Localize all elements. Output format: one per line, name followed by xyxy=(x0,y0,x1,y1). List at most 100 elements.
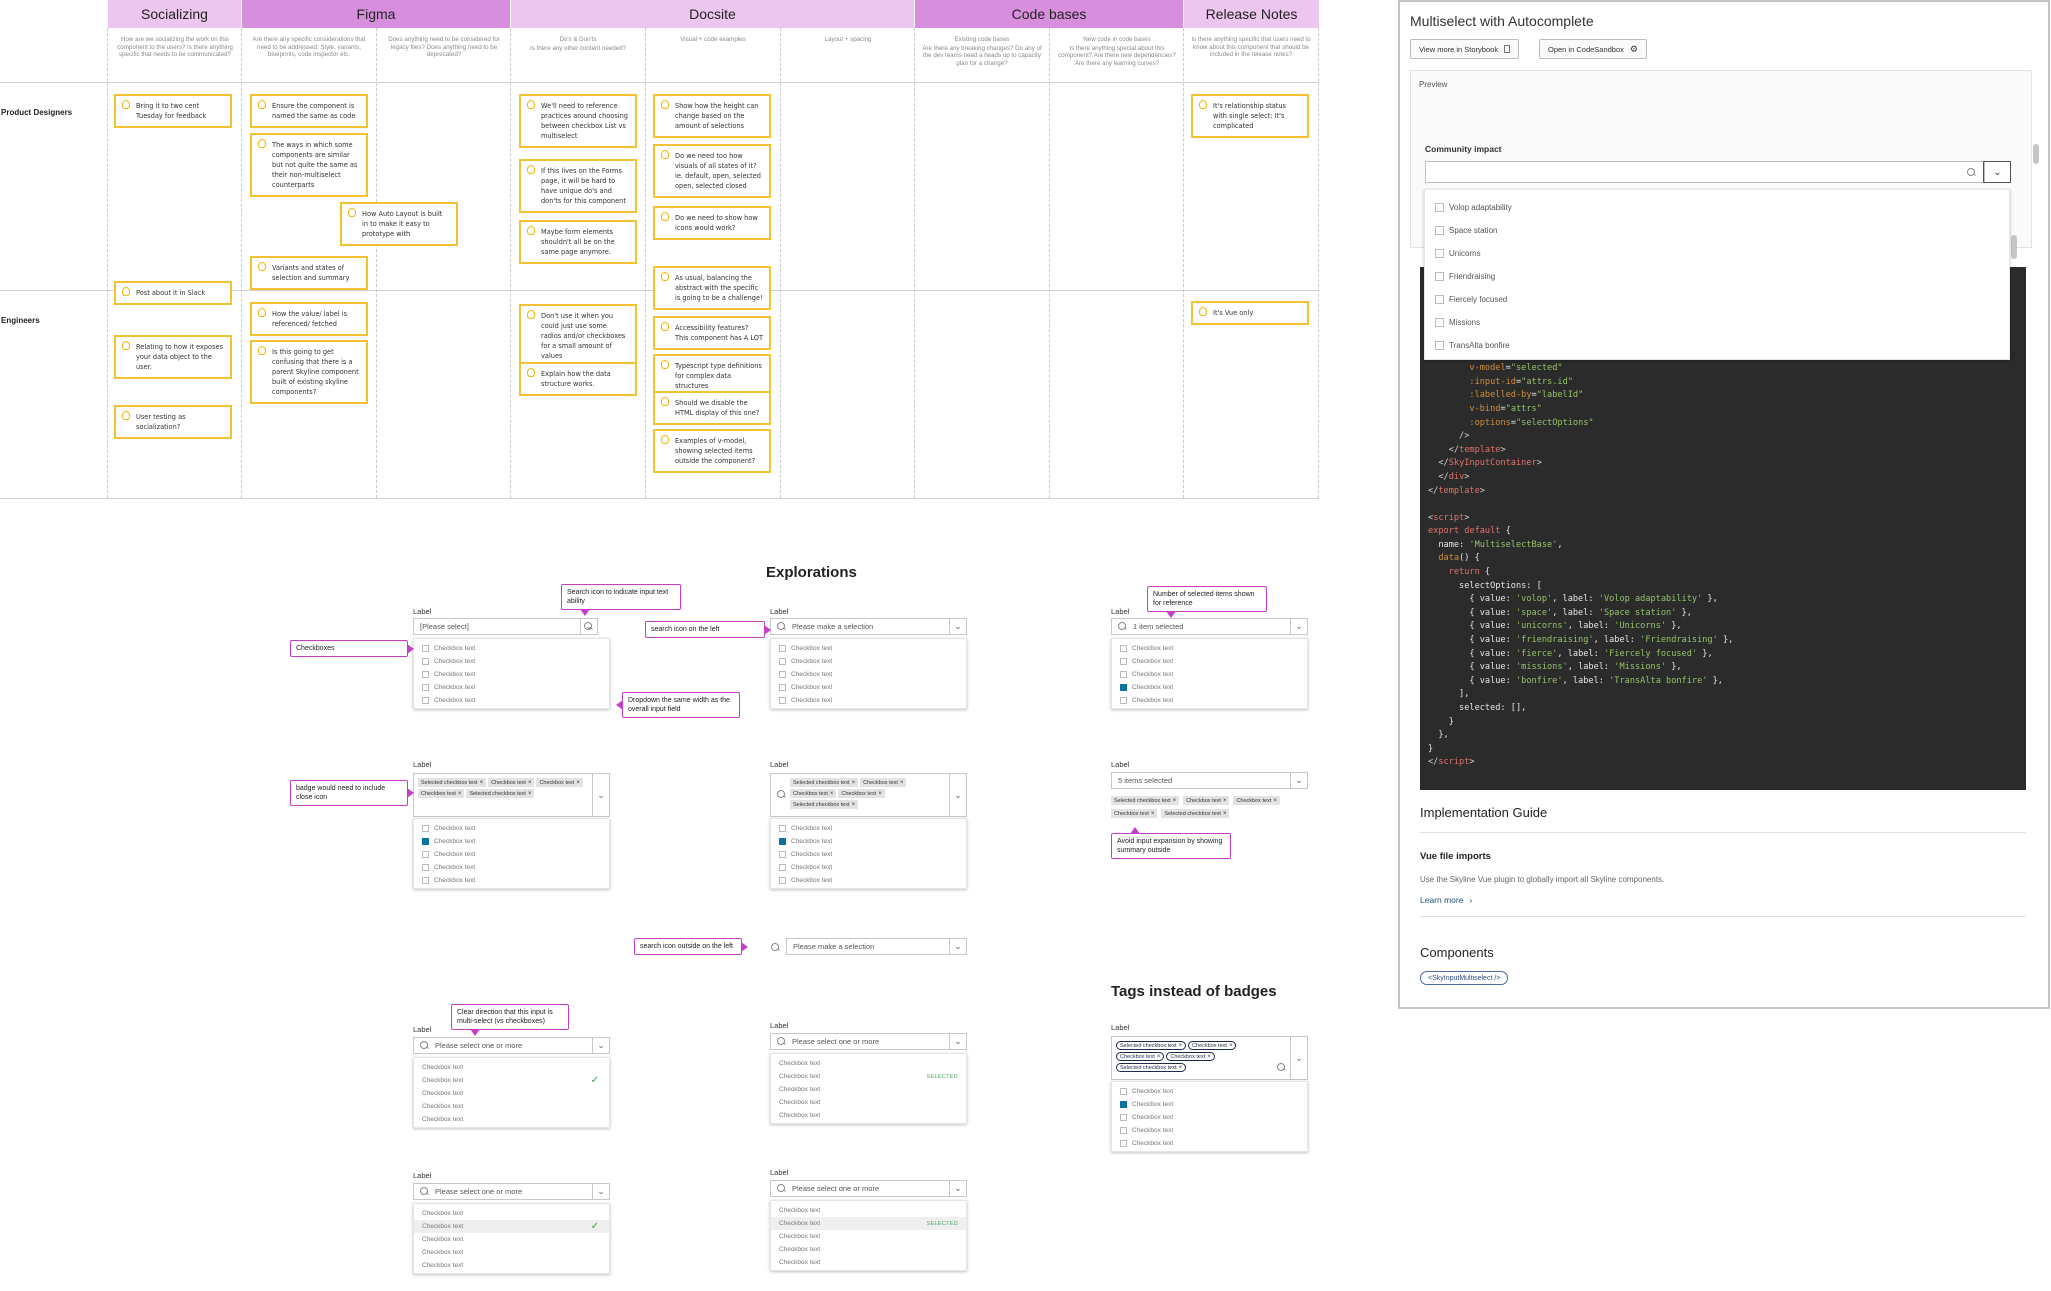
dropdown-option[interactable]: Checkbox text xyxy=(414,1259,609,1272)
checkbox[interactable] xyxy=(1120,1088,1127,1095)
dropdown-option[interactable]: Missions xyxy=(1425,311,2009,334)
tag[interactable]: Checkbox text × xyxy=(1188,1041,1237,1050)
dropdown-option[interactable]: Checkbox text xyxy=(771,655,966,668)
checkbox[interactable] xyxy=(779,864,786,871)
dropdown-option[interactable]: Checkbox text xyxy=(771,848,966,861)
checkbox[interactable] xyxy=(779,877,786,884)
close-icon[interactable]: × xyxy=(1179,1065,1183,1071)
badge[interactable]: Checkbox text × xyxy=(1111,809,1158,818)
dropdown-option[interactable]: Checkbox text xyxy=(1112,681,1307,694)
codesandbox-button[interactable]: Open in CodeSandbox ⚙ xyxy=(1539,39,1647,59)
close-icon[interactable]: × xyxy=(1273,798,1277,804)
tag[interactable]: Selected checkbox text × xyxy=(1116,1041,1187,1050)
checkbox[interactable] xyxy=(422,671,429,678)
close-icon[interactable]: × xyxy=(1179,1043,1183,1049)
multiselect-input[interactable]: 1 item selected ⌄ xyxy=(1111,618,1308,635)
dropdown-option[interactable]: Checkbox text xyxy=(771,668,966,681)
dropdown-option[interactable]: Checkbox text xyxy=(771,1204,966,1217)
dropdown-option[interactable]: Checkbox text xyxy=(771,642,966,655)
chevron-down-icon[interactable]: ⌄ xyxy=(1983,161,2011,183)
badge[interactable]: Selected checkbox text × xyxy=(1111,796,1180,805)
dropdown-option[interactable]: Checkbox text xyxy=(1112,1124,1307,1137)
chevron-down-icon[interactable]: ⌄ xyxy=(592,774,609,816)
dropdown-option[interactable]: Checkbox text xyxy=(1112,1085,1307,1098)
dropdown-option[interactable]: Checkbox text xyxy=(414,1087,609,1100)
close-icon[interactable]: × xyxy=(900,780,904,786)
checkbox[interactable] xyxy=(422,864,429,871)
dropdown-option[interactable]: Volop adaptability xyxy=(1425,196,2009,219)
checkbox[interactable] xyxy=(1120,1101,1127,1108)
dropdown-option[interactable]: Checkbox text xyxy=(771,835,966,848)
dropdown-option[interactable]: Checkbox text ✓ xyxy=(414,1074,609,1087)
close-icon[interactable]: × xyxy=(458,791,462,797)
checkbox[interactable] xyxy=(1435,203,1444,212)
checkbox[interactable] xyxy=(1435,295,1444,304)
close-icon[interactable]: × xyxy=(1151,811,1155,817)
checkbox[interactable] xyxy=(779,684,786,691)
badge[interactable]: Checkbox text × xyxy=(536,778,583,787)
dropdown-option[interactable]: Checkbox text xyxy=(771,681,966,694)
close-icon[interactable]: × xyxy=(576,780,580,786)
dropdown-option[interactable]: Checkbox text xyxy=(414,848,609,861)
checkbox[interactable] xyxy=(422,877,429,884)
close-icon[interactable]: × xyxy=(528,791,532,797)
dropdown-option[interactable]: Checkbox text ✓ xyxy=(414,1220,609,1233)
badge[interactable]: Selected checkbox text × xyxy=(466,789,535,798)
badge[interactable]: Checkbox text × xyxy=(1233,796,1280,805)
dropdown-option[interactable]: Checkbox text xyxy=(771,1096,966,1109)
dropdown-option[interactable]: Checkbox text xyxy=(1112,694,1307,707)
scrollbar[interactable] xyxy=(2011,235,2017,259)
badge[interactable]: Checkbox text × xyxy=(790,789,837,798)
tag[interactable]: Checkbox text × xyxy=(1166,1052,1215,1061)
checkbox[interactable] xyxy=(1120,671,1127,678)
dropdown-option[interactable]: Checkbox text xyxy=(771,1057,966,1070)
dropdown-option[interactable]: Checkbox text xyxy=(414,835,609,848)
dropdown-option[interactable]: Checkbox text SELECTED xyxy=(771,1217,966,1230)
badge[interactable]: Selected checkbox text × xyxy=(790,778,859,787)
checkbox[interactable] xyxy=(1120,645,1127,652)
dropdown-option[interactable]: Checkbox text xyxy=(771,1083,966,1096)
dropdown-option[interactable]: Checkbox text xyxy=(1112,1098,1307,1111)
checkbox[interactable] xyxy=(1120,1127,1127,1134)
badge[interactable]: Checkbox text × xyxy=(418,789,465,798)
tag[interactable]: Selected checkbox text × xyxy=(1116,1063,1187,1072)
multiselect-input[interactable]: Selected checkbox text × Checkbox text × Che… xyxy=(770,773,967,817)
dropdown-option[interactable]: Checkbox text xyxy=(771,874,966,887)
close-icon[interactable]: × xyxy=(480,780,484,786)
scrollbar[interactable] xyxy=(2033,144,2039,164)
multiselect-input[interactable]: Please select one or more ⌄ xyxy=(413,1183,610,1200)
close-icon[interactable]: × xyxy=(1157,1054,1161,1060)
dropdown-option[interactable]: Unicorns xyxy=(1425,242,2009,265)
dropdown-option[interactable]: Checkbox text xyxy=(414,668,609,681)
multiselect-input[interactable]: Please make a selection ⌄ xyxy=(786,938,967,955)
chevron-down-icon[interactable]: ⌄ xyxy=(949,1181,966,1196)
dropdown-option[interactable]: Fiercely focused xyxy=(1425,288,2009,311)
checkbox[interactable] xyxy=(422,851,429,858)
badge[interactable]: Selected checkbox text × xyxy=(418,778,487,787)
dropdown-option[interactable]: Checkbox text xyxy=(414,681,609,694)
chevron-down-icon[interactable]: ⌄ xyxy=(949,1034,966,1049)
dropdown-option[interactable]: Checkbox text xyxy=(1112,1137,1307,1150)
checkbox[interactable] xyxy=(1120,1140,1127,1147)
dropdown-option[interactable]: Checkbox text xyxy=(1112,668,1307,681)
checkbox[interactable] xyxy=(779,838,786,845)
close-icon[interactable]: × xyxy=(1207,1054,1211,1060)
dropdown-option[interactable]: Checkbox text xyxy=(771,1243,966,1256)
multiselect-input[interactable]: Selected checkbox text × Checkbox text × Che… xyxy=(413,773,610,817)
dropdown-option[interactable]: Checkbox text xyxy=(771,1256,966,1269)
dropdown-option[interactable]: Checkbox text xyxy=(771,861,966,874)
multiselect-input[interactable]: Selected checkbox text × Checkbox text × Che… xyxy=(1111,1036,1308,1080)
close-icon[interactable]: × xyxy=(1223,798,1227,804)
multiselect-input[interactable]: 5 items selected ⌄ xyxy=(1111,772,1308,789)
checkbox[interactable] xyxy=(1435,226,1444,235)
close-icon[interactable]: × xyxy=(852,802,856,808)
checkbox[interactable] xyxy=(422,838,429,845)
dropdown-option[interactable]: Checkbox text xyxy=(414,694,609,707)
checkbox[interactable] xyxy=(422,658,429,665)
component-chip[interactable]: <SkyInputMultiselect /> xyxy=(1420,971,1509,985)
chevron-down-icon[interactable]: ⌄ xyxy=(1290,1037,1307,1079)
checkbox[interactable] xyxy=(1120,684,1127,691)
learn-more-link[interactable]: Learn more › xyxy=(1420,895,1472,905)
dropdown-option[interactable]: TransAlta bonfire xyxy=(1425,334,2009,357)
checkbox[interactable] xyxy=(422,645,429,652)
